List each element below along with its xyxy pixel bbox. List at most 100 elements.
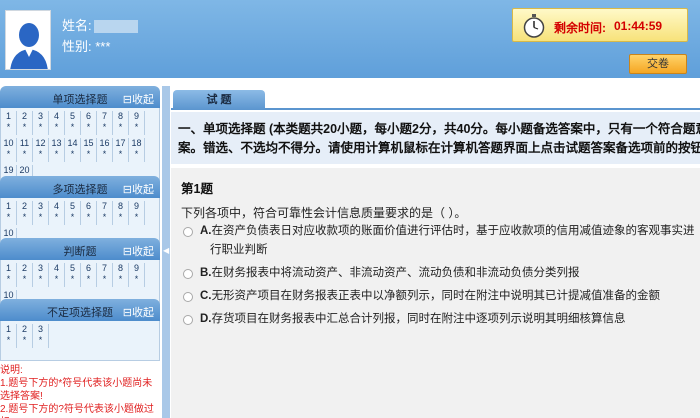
question-jump-button[interactable]: 16 * [97, 138, 113, 162]
question-jump-number: 6 [85, 263, 91, 273]
question-jump-button[interactable]: 1 * [1, 324, 17, 348]
question-jump-button[interactable]: 2 * [17, 263, 33, 287]
question-jump-button[interactable]: 8 * [113, 201, 129, 225]
section-header: 判断题 ⊟收起 [0, 238, 160, 260]
sidebar-splitter[interactable]: ◀ [162, 86, 170, 418]
question-jump-button[interactable]: 3 * [33, 111, 49, 135]
question-jump-number: 18 [131, 138, 142, 148]
radio-button[interactable] [183, 292, 193, 302]
question-jump-number: 1 [5, 324, 11, 334]
question-jump-number: 19 [3, 165, 14, 175]
section-header: 不定项选择题 ⊟收起 [0, 299, 160, 321]
option-a[interactable]: A.在资产负债表日对应收款项的账面价值进行评估时，基于应收款项的信用减值迹象的客… [181, 222, 696, 260]
question-jump-number: 1 [5, 111, 11, 121]
question-jump-number: 5 [69, 111, 75, 121]
collapse-arrow-icon[interactable]: ◀ [163, 246, 169, 255]
question-jump-button[interactable]: 8 * [113, 111, 129, 135]
submit-exam-button[interactable]: 交卷 [629, 54, 687, 74]
question-jump-button[interactable]: 12 * [33, 138, 49, 162]
unanswered-mark: * [134, 149, 139, 159]
question-jump-button[interactable]: 13 * [49, 138, 65, 162]
question-jump-number: 3 [37, 324, 43, 334]
question-jump-button[interactable]: 5 * [65, 201, 81, 225]
question-jump-number: 3 [37, 201, 43, 211]
question-jump-button[interactable]: 10* [1, 138, 17, 162]
tab-questions[interactable]: 试 题 [173, 90, 265, 110]
section-indefinite-choice: 不定项选择题 ⊟收起 1 * 2 * 3 * [0, 299, 160, 361]
unanswered-mark: * [6, 149, 11, 159]
unanswered-mark: * [54, 122, 59, 132]
question-jump-button[interactable]: 11 * [17, 138, 33, 162]
user-silhouette-icon [6, 11, 50, 69]
option-c[interactable]: C.无形资产项目在财务报表正表中以净额列示，同时在附注中说明其已计提减值准备的金… [181, 287, 696, 306]
option-text: 在资产负债表日对应收款项的账面价值进行评估时，基于应收款项的信用减值迹象的客观事… [211, 225, 695, 237]
question-jump-button[interactable]: 2 * [17, 201, 33, 225]
question-jump-button[interactable]: 18 * [129, 138, 145, 162]
question-jump-button[interactable]: 14 * [65, 138, 81, 162]
question-jump-button[interactable]: 7 * [97, 111, 113, 135]
question-jump-button[interactable]: 3 * [33, 324, 49, 348]
collapse-toggle[interactable]: ⊟收起 [123, 181, 154, 197]
radio-button[interactable] [183, 269, 193, 279]
unanswered-mark: * [6, 274, 11, 284]
question-jump-button[interactable]: 7 * [97, 263, 113, 287]
instructions-notes: 说明: 1.题号下方的*符号代表该小题尚未选择答案! 2.题号下方的?符号代表该… [0, 364, 160, 418]
question-jump-number: 2 [21, 263, 27, 273]
option-letter: B. [200, 267, 212, 279]
option-text-continued: 行职业判断 [210, 244, 268, 256]
gender-row: 性别: *** [62, 36, 110, 55]
question-jump-button[interactable]: 2 * [17, 111, 33, 135]
question-jump-button[interactable]: 6 * [81, 111, 97, 135]
timer-value: 01:44:59 [614, 19, 663, 33]
unanswered-mark: * [38, 149, 43, 159]
question-jump-button[interactable]: 9 * [129, 263, 145, 287]
question-jump-button[interactable]: 5 * [65, 111, 81, 135]
unanswered-mark: * [6, 335, 11, 345]
question-jump-number: 5 [69, 263, 75, 273]
question-jump-button[interactable]: 9 * [129, 201, 145, 225]
question-jump-button[interactable]: 1 * [1, 263, 17, 287]
unanswered-mark: * [70, 212, 75, 222]
question-jump-button[interactable]: 2 * [17, 324, 33, 348]
unanswered-mark: * [102, 122, 107, 132]
question-jump-button[interactable]: 9 * [129, 111, 145, 135]
unanswered-mark: * [118, 212, 123, 222]
question-jump-button[interactable]: 1 * [1, 111, 17, 135]
unanswered-mark: * [22, 149, 27, 159]
question-jump-button[interactable]: 4 * [49, 263, 65, 287]
option-d[interactable]: D.存货项目在财务报表中汇总合计列报，同时在附注中逐项列示说明其明细核算信息 [181, 310, 696, 329]
question-jump-number: 12 [35, 138, 46, 148]
unanswered-mark: * [38, 212, 43, 222]
question-jump-button[interactable]: 1 * [1, 201, 17, 225]
section-header: 单项选择题 ⊟收起 [0, 86, 160, 108]
question-jump-number: 7 [101, 263, 107, 273]
question-jump-button[interactable]: 8 * [113, 263, 129, 287]
question-jump-number: 2 [21, 111, 27, 121]
question-jump-button[interactable]: 7 * [97, 201, 113, 225]
question-jump-button[interactable]: 4 * [49, 201, 65, 225]
question-jump-button[interactable]: 3 * [33, 201, 49, 225]
collapse-toggle[interactable]: ⊟收起 [123, 304, 154, 320]
question-jump-button[interactable]: 4 * [49, 111, 65, 135]
unanswered-mark: * [118, 274, 123, 284]
unanswered-mark: * [118, 122, 123, 132]
question-jump-button[interactable]: 5 * [65, 263, 81, 287]
collapse-toggle[interactable]: ⊟收起 [123, 91, 154, 107]
question-jump-button[interactable]: 17 * [113, 138, 129, 162]
option-text: 在财务报表中将流动资产、非流动资产、流动负债和非流动负债分类列报 [211, 267, 580, 279]
radio-button[interactable] [183, 227, 193, 237]
question-jump-button[interactable]: 6 * [81, 263, 97, 287]
unanswered-mark: * [70, 122, 75, 132]
question-jump-button[interactable]: 3 * [33, 263, 49, 287]
question-jump-number: 14 [67, 138, 78, 148]
question-jump-button[interactable]: 6 * [81, 201, 97, 225]
option-b[interactable]: B.在财务报表中将流动资产、非流动资产、流动负债和非流动负债分类列报 [181, 264, 696, 283]
question-jump-number: 4 [53, 111, 59, 121]
unanswered-mark: * [102, 212, 107, 222]
unanswered-mark: * [54, 212, 59, 222]
radio-button[interactable] [183, 315, 193, 325]
notes-heading: 说明: [0, 365, 23, 376]
section-header: 多项选择题 ⊟收起 [0, 176, 160, 198]
question-jump-button[interactable]: 15 * [81, 138, 97, 162]
collapse-toggle[interactable]: ⊟收起 [123, 243, 154, 259]
